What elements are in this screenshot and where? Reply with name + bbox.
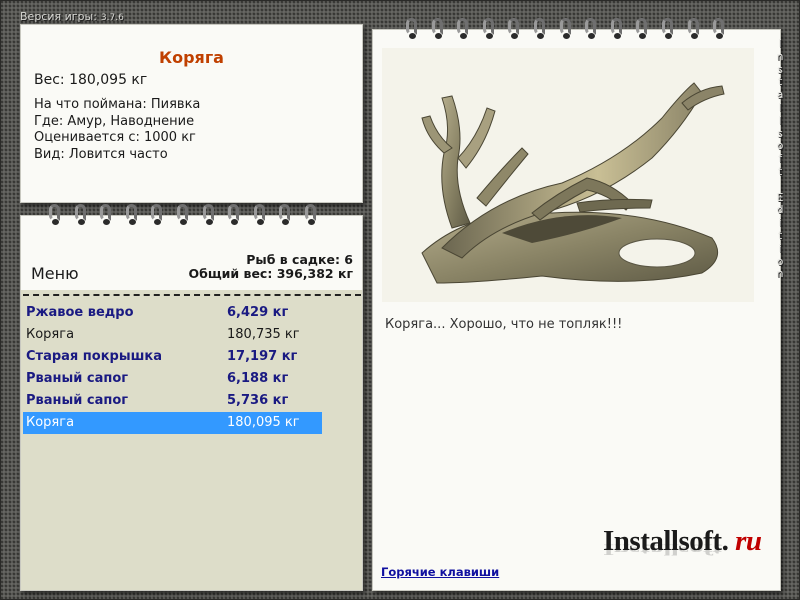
binding-ring [431, 18, 446, 40]
menu-title: Меню [31, 264, 79, 283]
logo-reflection-text: Installsoft [603, 540, 722, 558]
catch-item-weight: 6,429 кг [227, 305, 289, 320]
catch-title: Коряга [159, 48, 224, 67]
binding-ring [635, 18, 650, 40]
catch-photo [382, 48, 754, 302]
logo-dot: . [721, 525, 729, 557]
binding-ring [150, 204, 165, 226]
binding-ring [253, 204, 268, 226]
binding-ring [176, 204, 191, 226]
catch-bait: На что поймана: Пиявка [34, 97, 201, 112]
binding-ring [584, 18, 599, 40]
catch-value: Оценивается с: 1000 кг [34, 130, 196, 145]
catch-list-item[interactable]: Рваный сапог 6,188 кг [23, 368, 322, 390]
catch-list-item[interactable]: Старая покрышка 17,197 кг [23, 346, 322, 368]
binding-ring [74, 204, 89, 226]
binding-ring [533, 18, 548, 40]
catch-details: На что поймана: Пиявка Где: Амур, Наводн… [34, 97, 200, 163]
total-weight: Общий вес: 396,382 кг [188, 266, 354, 281]
binding-ring [482, 18, 497, 40]
catch-item-weight: 17,197 кг [227, 349, 298, 364]
binding-ring [304, 204, 319, 226]
binding-ring [48, 204, 63, 226]
binding-ring [507, 18, 522, 40]
binding-ring [712, 18, 727, 40]
binding-ring [202, 204, 217, 226]
binding-ring [610, 18, 625, 40]
keepnet-menu-card: Меню Рыб в садке: 6 Общий вес: 396,382 к… [20, 215, 363, 591]
binding-ring [405, 18, 420, 40]
installsoft-logo-reflection: Installsoft [603, 540, 722, 558]
menu-card-spiral-binding [48, 204, 330, 226]
binding-ring [661, 18, 676, 40]
version-number: 3.7.6 [100, 13, 124, 23]
catch-item-name: Коряга [26, 327, 75, 342]
driftwood-image [421, 82, 725, 284]
installsoft-edition-watermark: Installsoft Edition [774, 37, 786, 281]
catch-list-item[interactable]: Рваный сапог 5,736 кг [23, 390, 322, 412]
catch-item-name: Коряга [26, 415, 75, 430]
catch-frequency: Вид: Ловится часто [34, 146, 168, 162]
game-version: Версия игры: 3.7.6 [20, 10, 124, 23]
binding-ring [278, 204, 293, 226]
catch-item-name: Ржавое ведро [26, 305, 134, 320]
catch-weight: Вес: 180,095 кг [34, 72, 148, 88]
binding-ring [125, 204, 140, 226]
binding-ring [99, 204, 114, 226]
catch-caption: Коряга... Хорошо, что не топляк!!! [385, 317, 623, 332]
catch-item-name: Рваный сапог [26, 393, 129, 408]
hotkeys-link[interactable]: Горячие клавиши [381, 565, 499, 579]
fish-count: Рыб в садке: 6 [246, 252, 353, 267]
catch-item-weight: 180,735 кг [227, 327, 300, 342]
catch-info-card: Коряга Вес: 180,095 кг На что поймана: П… [20, 24, 363, 203]
catch-item-name: Рваный сапог [26, 371, 129, 386]
logo-tld: ru [735, 525, 762, 557]
catch-list-item-selected[interactable]: Коряга 180,095 кг [23, 412, 322, 434]
binding-ring [687, 18, 702, 40]
edition-text: Installsoft Edition [776, 37, 784, 281]
menu-divider [23, 294, 361, 296]
catch-item-name: Старая покрышка [26, 349, 162, 364]
catch-detail-card: Коряга... Хорошо, что не топляк!!! Insta… [372, 29, 781, 591]
catch-list-item[interactable]: Ржавое ведро 6,429 кг [23, 302, 322, 324]
catch-item-weight: 5,736 кг [227, 393, 289, 408]
detail-card-spiral-binding [405, 18, 738, 40]
binding-ring [456, 18, 471, 40]
keepnet-stats: Рыб в садке: 6 Общий вес: 396,382 кг [189, 253, 354, 281]
catch-item-weight: 6,188 кг [227, 371, 289, 386]
version-label: Версия игры: [20, 10, 97, 23]
binding-ring [227, 204, 242, 226]
binding-ring [559, 18, 574, 40]
catch-location: Где: Амур, Наводнение [34, 113, 195, 129]
catch-item-weight: 180,095 кг [227, 415, 300, 430]
catch-list-item[interactable]: Коряга 180,735 кг [23, 324, 322, 346]
